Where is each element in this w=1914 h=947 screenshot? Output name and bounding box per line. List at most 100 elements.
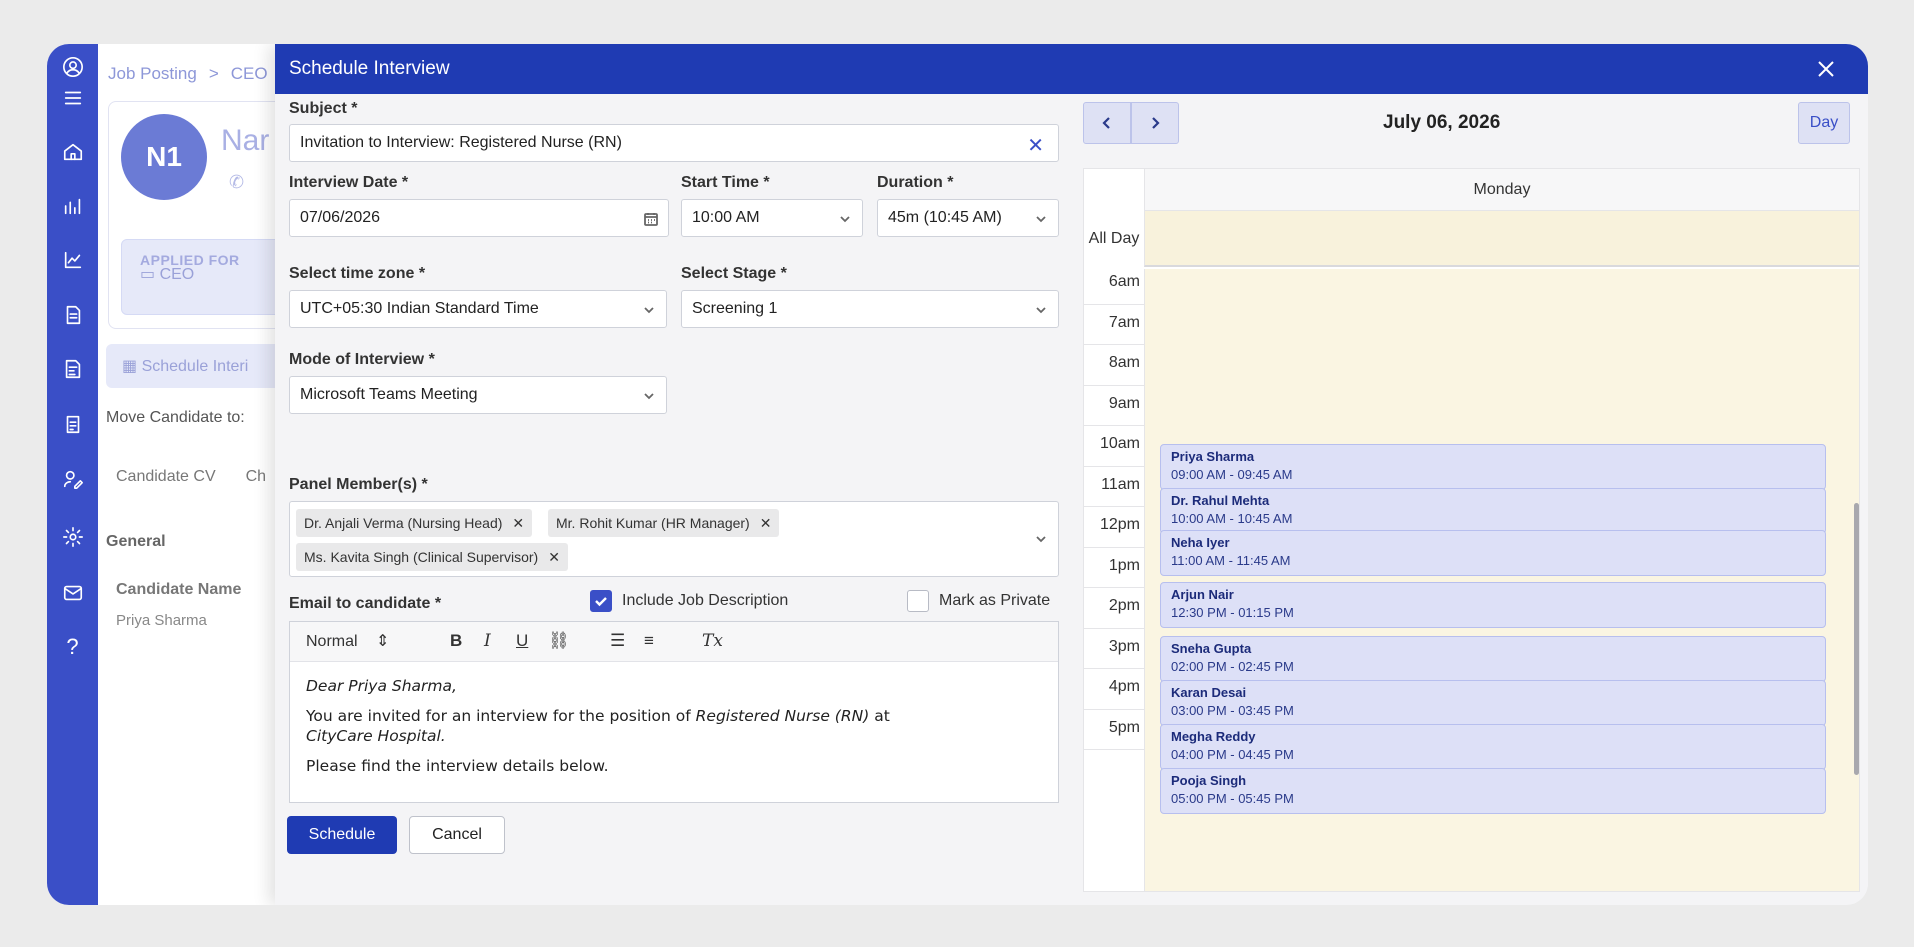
calendar-event[interactable]: Priya Sharma 09:00 AM - 09:45 AM [1160, 444, 1826, 490]
calendar-grid: Monday All Day 6am 7am 8am 9am 10am 11am 12pm 1… [1083, 168, 1860, 892]
candidate-name-label: Candidate Name [116, 581, 242, 598]
hour-label: 8am [1108, 354, 1140, 371]
include-jd-checkbox[interactable]: Include Job Description [590, 590, 788, 612]
email-line1: You are invited for an interview for the… [306, 707, 691, 725]
settings-gear-icon[interactable] [47, 522, 98, 552]
calendar-event[interactable]: Arjun Nair 12:30 PM - 01:15 PM [1160, 582, 1826, 628]
clear-format-icon[interactable]: Tx [702, 631, 723, 651]
day-calendar: July 06, 2026 Day Monday All Day 6am 7am 8… [1083, 102, 1860, 892]
mode-value: Microsoft Teams Meeting [300, 386, 478, 403]
document-icon[interactable] [47, 300, 98, 330]
hour-label: 10am [1099, 435, 1140, 452]
email-position: Registered Nurse (RN) [695, 707, 870, 725]
interview-date-input[interactable]: 07/06/2026 [289, 199, 669, 237]
event-name: Neha Iyer [1171, 535, 1230, 550]
calendar-event[interactable]: Sneha Gupta 02:00 PM - 02:45 PM [1160, 636, 1826, 682]
menu-icon[interactable] [47, 83, 98, 113]
schedule-button[interactable]: Schedule [287, 816, 397, 854]
event-time: 04:00 PM - 04:45 PM [1171, 747, 1294, 762]
remove-chip-icon[interactable]: ✕ [548, 549, 560, 566]
hour-gridline [1084, 303, 1144, 305]
email-at: at [874, 707, 890, 725]
email-line2: Please find the interview details below. [306, 757, 609, 775]
chevron-left-icon [1102, 117, 1110, 129]
next-day-button[interactable] [1131, 102, 1179, 144]
report-icon[interactable] [47, 354, 98, 384]
bullet-list-icon[interactable]: ≡ [644, 631, 654, 651]
calendar-icon[interactable] [644, 212, 658, 226]
remove-chip-icon[interactable]: ✕ [512, 515, 524, 532]
editor-body[interactable]: Dear Priya Sharma, You are invited for a… [290, 662, 1058, 800]
mark-private-checkbox[interactable]: Mark as Private [907, 590, 1050, 612]
calendar-scrollbar[interactable] [1854, 503, 1859, 775]
hour-label: 1pm [1108, 556, 1140, 574]
event-name: Arjun Nair [1171, 587, 1234, 602]
clear-subject-icon[interactable]: ✕ [1027, 133, 1044, 158]
cancel-button[interactable]: Cancel [409, 816, 505, 854]
calendar-event[interactable]: Karan Desai 03:00 PM - 03:45 PM [1160, 680, 1826, 726]
close-icon[interactable] [1814, 57, 1838, 81]
applied-for-label: APPLIED FOR [140, 252, 240, 268]
event-time: 05:00 PM - 05:45 PM [1171, 791, 1294, 806]
user-edit-icon[interactable] [47, 464, 98, 494]
event-name: Karan Desai [1171, 685, 1247, 700]
mode-label: Mode of Interview * [289, 351, 435, 368]
calendar-event[interactable]: Pooja Singh 05:00 PM - 05:45 PM [1160, 768, 1826, 814]
link-icon[interactable]: ⛓ [548, 631, 570, 651]
underline-icon[interactable]: U [516, 631, 528, 651]
candidate-name-value: Priya Sharma [116, 612, 207, 629]
hour-label: 11am [1101, 475, 1140, 493]
all-day-row[interactable] [1144, 211, 1859, 267]
panel-member-chip: Mr. Rohit Kumar (HR Manager) ✕ [548, 509, 780, 537]
italic-icon[interactable]: I [484, 631, 491, 651]
hour-gridline [1084, 627, 1144, 629]
mail-icon[interactable] [47, 578, 98, 608]
hour-gridline [1084, 546, 1144, 548]
subject-label: Subject * [289, 100, 358, 117]
calendar-event[interactable]: Megha Reddy 04:00 PM - 04:45 PM [1160, 724, 1826, 770]
hour-label: 3pm [1108, 637, 1140, 655]
event-name: Priya Sharma [1171, 449, 1255, 464]
check-icon [590, 590, 612, 612]
subject-input[interactable]: Invitation to Interview: Registered Nurs… [289, 124, 1059, 162]
calendar-event[interactable]: Dr. Rahul Mehta 10:00 AM - 10:45 AM [1160, 488, 1826, 534]
email-label: Email to candidate * [289, 595, 442, 612]
breadcrumb-job-posting[interactable]: Job Posting [108, 64, 197, 84]
timezone-value: UTC+05:30 Indian Standard Time [300, 300, 539, 317]
tab-ch[interactable]: Ch [246, 468, 266, 486]
remove-chip-icon[interactable]: ✕ [760, 515, 772, 532]
chevron-right-icon [1152, 117, 1160, 129]
clipboard-icon[interactable] [47, 409, 98, 439]
stage-select[interactable]: Screening 1 [681, 290, 1059, 328]
mode-select[interactable]: Microsoft Teams Meeting [289, 376, 667, 414]
calendar-event[interactable]: Neha Iyer 11:00 AM - 11:45 AM [1160, 530, 1826, 576]
tab-candidate-cv[interactable]: Candidate CV [116, 468, 216, 486]
start-time-select[interactable]: 10:00 AM [681, 199, 863, 237]
format-select[interactable]: Normal ⇕ [306, 631, 389, 651]
chevron-down-icon [838, 212, 852, 226]
hour-label: 9am [1108, 394, 1140, 412]
day-view-button[interactable]: Day [1798, 102, 1850, 144]
help-icon[interactable]: ? [47, 632, 98, 662]
ordered-list-icon[interactable]: ☰ [610, 631, 625, 651]
panel-members-multiselect[interactable]: Dr. Anjali Verma (Nursing Head) ✕ Mr. Roh… [289, 501, 1059, 577]
bold-icon[interactable]: B [450, 631, 462, 651]
start-time-label: Start Time * [681, 174, 770, 191]
hour-gridline [1084, 425, 1144, 426]
analytics-icon[interactable] [47, 191, 98, 221]
prev-day-button[interactable] [1083, 102, 1131, 144]
duration-select[interactable]: 45m (10:45 AM) [877, 199, 1059, 237]
interview-date-value: 07/06/2026 [300, 209, 381, 226]
breadcrumb-ceo[interactable]: CEO [231, 64, 268, 84]
include-jd-label: Include Job Description [622, 592, 789, 609]
mark-private-label: Mark as Private [939, 592, 1051, 609]
general-section-title: General [106, 533, 166, 550]
timezone-select[interactable]: UTC+05:30 Indian Standard Time [289, 290, 667, 328]
email-editor: Normal ⇕ B I U ⛓ ☰ ≡ Tx Dear Priya Sharm… [289, 621, 1059, 803]
dialog-header: Schedule Interview [275, 44, 1868, 94]
timezone-label: Select time zone * [289, 265, 426, 282]
home-icon[interactable] [47, 137, 98, 167]
user-avatar-icon[interactable] [47, 52, 98, 82]
trend-chart-icon[interactable] [47, 245, 98, 275]
chevron-down-icon[interactable] [1034, 532, 1048, 546]
